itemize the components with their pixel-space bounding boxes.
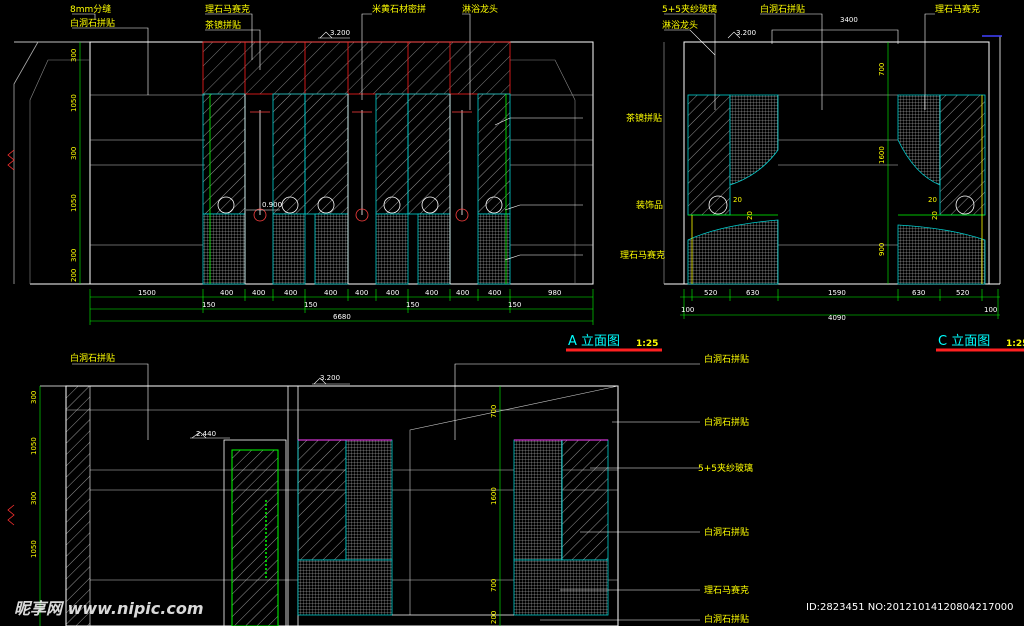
b-label-top-left: 白洞石拼贴 <box>70 352 115 364</box>
a-label-shower: 淋浴龙头 <box>462 3 498 15</box>
a-bottom-dim-7: 400 <box>386 289 399 297</box>
b-left-dim-4: 1050 <box>30 540 38 558</box>
c-small-dim-1: 20 <box>733 196 742 204</box>
c-right-dim-1: 700 <box>878 63 886 76</box>
c-scale: 1:25 <box>1006 339 1024 349</box>
c-bottom-dim-6: 520 <box>956 289 969 297</box>
a-scale: 1:25 <box>636 339 658 349</box>
b-level-door: 2.440 <box>196 430 216 438</box>
c-small-dim-4: 20 <box>931 211 939 220</box>
b-right-label-6: 白洞石拼贴 <box>704 613 749 625</box>
a-sub-dim-3: 150 <box>406 301 419 309</box>
b-right-label-2: 白洞石拼贴 <box>704 416 749 428</box>
a-label-mosaic: 理石马赛克 <box>205 3 250 15</box>
a-label-8mm: 8mm分缝 <box>70 3 111 15</box>
b-right-dim-1: 700 <box>490 405 498 418</box>
a-left-dim-2: 1050 <box>70 94 78 112</box>
c-total-dim: 4090 <box>828 314 846 322</box>
b-left-dim-2: 1050 <box>30 437 38 455</box>
a-label-dongshi: 白洞石拼贴 <box>70 17 115 29</box>
cad-drawing-canvas: 8mm分缝 白洞石拼贴 理石马赛克 茶镜拼贴 米黄石材密拼 淋浴龙头 茶镜拼贴 … <box>7 3 1024 626</box>
c-bottom-dim-3: 630 <box>746 289 759 297</box>
a-bottom-dim-5: 400 <box>324 289 337 297</box>
b-right-dim-4: 200 <box>490 611 498 624</box>
a-left-dim-3: 300 <box>70 147 78 160</box>
b-right-dim-3: 700 <box>490 579 498 592</box>
a-left-dim-5: 300 <box>70 249 78 262</box>
a-label-right-mirror: 茶镜拼贴 <box>626 112 662 124</box>
c-label-dongshi: 白洞石拼贴 <box>760 3 805 15</box>
c-bottom-dim-2: 520 <box>704 289 717 297</box>
c-bottom-dim-7: 100 <box>984 306 997 314</box>
c-label-mosaic: 理石马赛克 <box>935 3 980 15</box>
a-bottom-dim-3: 400 <box>252 289 265 297</box>
elevation-a <box>7 13 662 352</box>
a-label-right-mosaic: 理石马赛克 <box>620 249 665 261</box>
c-top-width: 3400 <box>840 16 858 24</box>
b-right-label-5: 理石马赛克 <box>704 584 749 596</box>
b-right-label-3: 5+5夹纱玻璃 <box>698 462 753 474</box>
c-bottom-dim-5: 630 <box>912 289 925 297</box>
c-small-dim-3: 20 <box>928 196 937 204</box>
a-bottom-dim-9: 400 <box>456 289 469 297</box>
a-left-dim-4: 1050 <box>70 194 78 212</box>
elevation-b <box>7 363 700 626</box>
a-bottom-dim-4: 400 <box>284 289 297 297</box>
a-left-dim-6: 200 <box>70 269 78 282</box>
a-label-decor: 装饰品 <box>636 199 663 211</box>
c-small-dim-2: 20 <box>746 211 754 220</box>
b-right-label-4: 白洞石拼贴 <box>704 526 749 538</box>
c-label-shower: 淋浴龙头 <box>662 19 698 31</box>
c-right-dim-2: 1600 <box>878 146 886 164</box>
a-label-beige-stone: 米黄石材密拼 <box>372 3 426 15</box>
watermark-text: 昵享网 www.nipic.com <box>14 599 204 618</box>
b-right-label-1: 白洞石拼贴 <box>704 353 749 365</box>
a-level-top: 3.200 <box>330 29 350 37</box>
a-total-dim: 6680 <box>333 313 351 321</box>
b-level-top: 3.200 <box>320 374 340 382</box>
a-bottom-dim-6: 400 <box>355 289 368 297</box>
a-bottom-dim-8: 400 <box>425 289 438 297</box>
c-bottom-dim-4: 1590 <box>828 289 846 297</box>
a-label-tea-mirror: 茶镜拼贴 <box>205 19 241 31</box>
a-sub-dim-2: 150 <box>304 301 317 309</box>
b-left-dim-3: 300 <box>30 492 38 505</box>
image-id-text: ID:2823451 NO:20121014120804217000 <box>806 602 1014 613</box>
a-bottom-dim-1: 1500 <box>138 289 156 297</box>
b-left-dim-1: 300 <box>30 391 38 404</box>
b-right-dim-2: 1600 <box>490 487 498 505</box>
a-sub-dim-1: 150 <box>202 301 215 309</box>
a-bottom-dim-2: 400 <box>220 289 233 297</box>
a-sub-dim-4: 150 <box>508 301 521 309</box>
c-right-dim-3: 900 <box>878 243 886 256</box>
c-bottom-dim-1: 100 <box>681 306 694 314</box>
a-title: A 立面图 <box>568 334 620 349</box>
c-label-glass: 5+5夹纱玻璃 <box>662 3 717 15</box>
a-bottom-dim-10: 400 <box>488 289 501 297</box>
elevation-c <box>663 13 1024 352</box>
a-level-900: 0.900 <box>262 201 282 209</box>
c-title: C 立面图 <box>938 334 990 349</box>
a-left-dim-1: 300 <box>70 49 78 62</box>
a-bottom-dim-11: 980 <box>548 289 561 297</box>
c-level-top: 3.200 <box>736 29 756 37</box>
